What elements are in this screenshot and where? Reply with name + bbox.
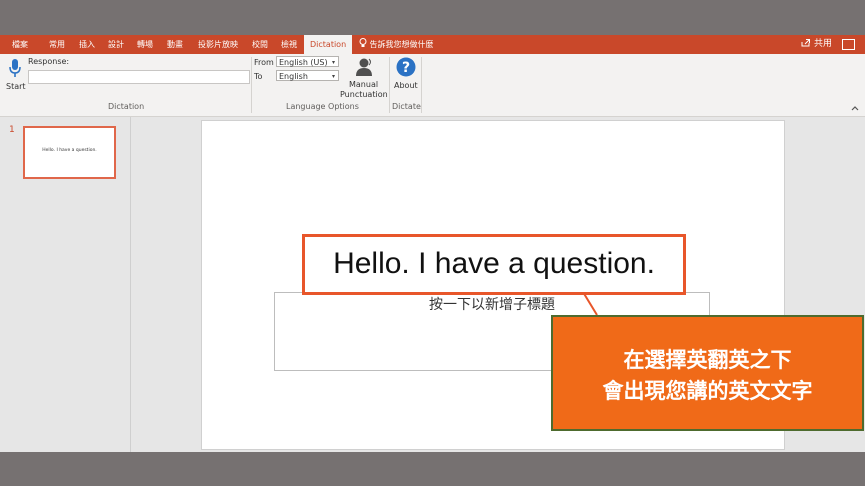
manual-label: Manual (349, 80, 379, 89)
tab-insert[interactable]: 插入 (79, 35, 95, 54)
tab-design[interactable]: 設計 (108, 35, 124, 54)
group-divider (421, 57, 422, 113)
collapse-ribbon-icon[interactable] (851, 105, 859, 111)
group-label-dictation: Dictation (108, 102, 145, 111)
slide-number: 1 (9, 125, 15, 135)
group-label-language-options: Language Options (286, 102, 359, 111)
to-language-select[interactable]: English ▾ (276, 70, 339, 81)
group-divider (389, 57, 390, 113)
bottom-frame-band (0, 452, 865, 486)
tab-review[interactable]: 校閱 (252, 35, 268, 54)
dictated-text-callout: Hello. I have a question. (302, 234, 686, 295)
comments-icon[interactable] (842, 39, 855, 50)
share-button[interactable]: 共用 (801, 35, 832, 54)
tab-slideshow[interactable]: 投影片放映 (198, 35, 238, 54)
ribbon-tab-bar: 檔案 常用 插入 設計 轉場 動畫 投影片放映 校閱 檢視 Dictation … (0, 35, 865, 54)
tab-file[interactable]: 檔案 (12, 35, 28, 54)
share-label: 共用 (813, 39, 832, 49)
tab-home[interactable]: 常用 (49, 35, 65, 54)
person-speaking-icon (356, 58, 372, 76)
annotation-line-2: 會出現您講的英文文字 (602, 379, 813, 403)
tab-transitions[interactable]: 轉場 (137, 35, 153, 54)
response-input[interactable] (28, 70, 250, 84)
annotation-line-1: 在選擇英翻英之下 (623, 348, 792, 372)
tab-animations[interactable]: 動畫 (167, 35, 183, 54)
about-button[interactable]: ? About (392, 56, 420, 92)
group-label-dictate: Dictate (392, 102, 421, 111)
start-button[interactable]: Start (4, 57, 26, 91)
response-label: Response: (28, 57, 70, 66)
lightbulb-icon (359, 38, 367, 47)
manual-punctuation-button[interactable]: Manual Punctuation (340, 56, 388, 100)
to-language-value: English (279, 72, 308, 81)
tab-dictation[interactable]: Dictation (304, 35, 353, 54)
from-language-value: English (US) (279, 58, 328, 67)
chevron-down-icon: ▾ (331, 73, 335, 80)
from-label: From (254, 58, 274, 67)
help-icon: ? (396, 57, 416, 77)
dictated-text: Hello. I have a question. (333, 247, 655, 280)
punctuation-label: Punctuation (340, 90, 388, 99)
annotation-note: 在選擇英翻英之下 會出現您講的英文文字 (551, 315, 864, 431)
share-icon (801, 39, 811, 47)
to-label: To (254, 72, 263, 81)
from-language-select[interactable]: English (US) ▾ (276, 56, 339, 67)
about-label: About (394, 81, 418, 90)
chevron-down-icon: ▾ (331, 59, 335, 66)
slide-thumbnails-pane: 1 Hello. I have a question. (0, 117, 131, 452)
slide-thumbnail-text: Hello. I have a question. (42, 148, 97, 153)
group-divider (251, 57, 252, 113)
top-frame-band (0, 0, 865, 35)
subtitle-placeholder-text: 按一下以新增子標題 (429, 297, 555, 313)
start-label: Start (6, 82, 26, 91)
microphone-icon (9, 59, 21, 77)
tell-me-search[interactable]: 告訴我您想做什麼 (359, 35, 434, 54)
ribbon-dictation: Start Response: Dictation From English (… (0, 54, 865, 117)
tab-view[interactable]: 檢視 (281, 35, 297, 54)
tell-me-text: 告訴我您想做什麼 (369, 40, 434, 49)
slide-thumbnail[interactable]: Hello. I have a question. (23, 126, 116, 179)
svg-text:?: ? (402, 60, 410, 76)
